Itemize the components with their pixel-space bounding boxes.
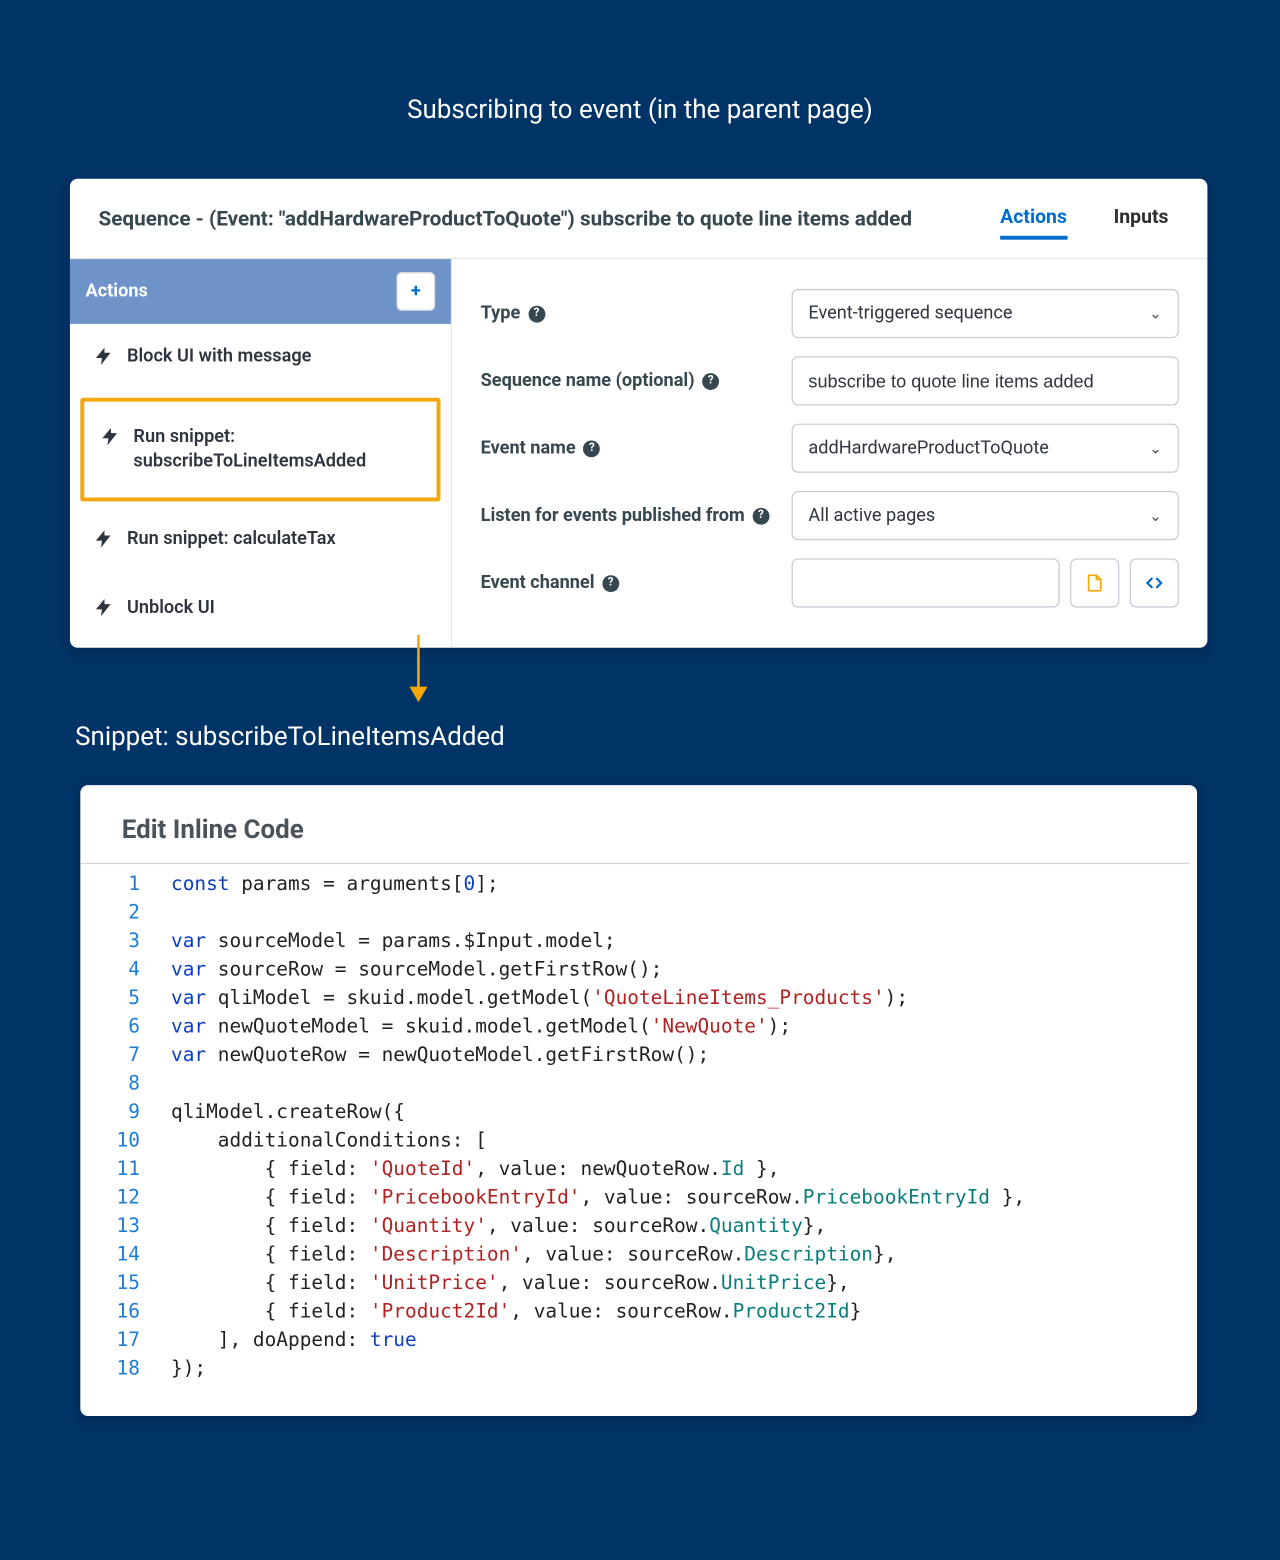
tab-actions[interactable]: Actions — [1000, 197, 1067, 240]
channel-input[interactable] — [792, 558, 1060, 607]
panel-header: Sequence - (Event: "addHardwareProductTo… — [70, 179, 1207, 259]
help-icon[interactable]: ? — [583, 440, 600, 457]
properties-form: Type? Event-triggered sequence⌄ Sequence… — [452, 259, 1207, 648]
tab-inputs[interactable]: Inputs — [1114, 197, 1169, 240]
action-label: Unblock UI — [127, 596, 215, 620]
chevron-down-icon: ⌄ — [1149, 439, 1162, 457]
code-editor[interactable]: 123456789101112131415161718 const params… — [80, 863, 1189, 1382]
code-body[interactable]: const params = arguments[0]; var sourceM… — [153, 869, 1025, 1382]
listen-label: Listen for events published from? — [481, 505, 792, 526]
code-editor-panel: Edit Inline Code 12345678910111213141516… — [80, 785, 1197, 1416]
channel-label: Event channel? — [481, 573, 792, 594]
sequence-name-label: Sequence name (optional)? — [481, 371, 792, 392]
actions-list-header: Actions + — [70, 259, 451, 324]
action-label: Run snippet: calculateTax — [127, 527, 336, 551]
action-item[interactable]: Unblock UI — [70, 575, 451, 644]
document-icon — [1084, 573, 1105, 594]
chevron-down-icon: ⌄ — [1149, 304, 1162, 322]
action-item-selected[interactable]: Run snippet: subscribeToLineItemsAdded — [80, 398, 440, 501]
actions-list-title: Actions — [86, 281, 148, 302]
tabs: Actions Inputs — [1000, 197, 1179, 240]
help-icon[interactable]: ? — [752, 507, 769, 524]
bolt-icon — [93, 346, 114, 372]
add-action-button[interactable]: + — [396, 272, 435, 311]
sequence-name-input[interactable] — [792, 356, 1179, 405]
arrow-indicator — [417, 635, 420, 700]
help-icon[interactable]: ? — [602, 575, 619, 592]
sequence-title: Sequence - (Event: "addHardwareProductTo… — [98, 206, 912, 231]
bolt-icon — [93, 597, 114, 623]
page-heading: Subscribing to event (in the parent page… — [0, 0, 1280, 124]
code-editor-title: Edit Inline Code — [80, 814, 1189, 863]
event-name-label: Event name? — [481, 438, 792, 459]
snippet-label: Snippet: subscribeToLineItemsAdded — [75, 720, 505, 751]
type-select[interactable]: Event-triggered sequence⌄ — [792, 289, 1179, 338]
bolt-icon — [100, 426, 121, 452]
action-label: Block UI with message — [127, 345, 311, 369]
code-icon — [1144, 573, 1165, 594]
help-icon[interactable]: ? — [528, 305, 545, 322]
action-item[interactable]: Run snippet: calculateTax — [70, 506, 451, 575]
edit-channel-button[interactable] — [1070, 558, 1119, 607]
actions-column: Actions + Block UI with message Run snip… — [70, 259, 452, 648]
event-name-select[interactable]: addHardwareProductToQuote⌄ — [792, 424, 1179, 473]
code-channel-button[interactable] — [1130, 558, 1179, 607]
action-label: Run snippet: subscribeToLineItemsAdded — [133, 425, 421, 474]
line-numbers: 123456789101112131415161718 — [80, 869, 153, 1382]
help-icon[interactable]: ? — [702, 372, 719, 389]
action-item[interactable]: Block UI with message — [70, 324, 451, 393]
chevron-down-icon: ⌄ — [1149, 507, 1162, 525]
type-label: Type? — [481, 303, 792, 324]
listen-select[interactable]: All active pages⌄ — [792, 491, 1179, 540]
bolt-icon — [93, 528, 114, 554]
sequence-config-panel: Sequence - (Event: "addHardwareProductTo… — [70, 179, 1207, 648]
